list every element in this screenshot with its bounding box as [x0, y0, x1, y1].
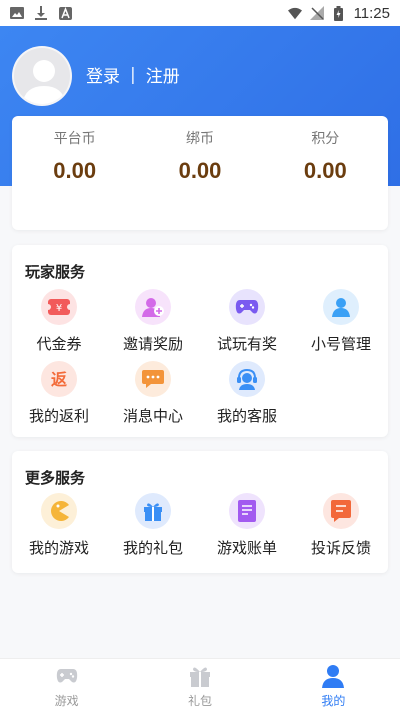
service-subaccount[interactable]: 小号管理 [294, 289, 388, 361]
pacman-icon [41, 493, 77, 529]
service-invite[interactable]: 邀请奖励 [106, 289, 200, 361]
service-complaint-feedback[interactable]: 投诉反馈 [294, 493, 388, 565]
login-link[interactable]: 登录 [86, 62, 120, 87]
service-trial-reward[interactable]: 试玩有奖 [200, 289, 294, 361]
wifi-icon [287, 6, 302, 20]
tab-games[interactable]: 游戏 [0, 659, 133, 711]
service-label: 我的礼包 [122, 539, 183, 557]
service-label: 邀请奖励 [122, 335, 183, 353]
register-link[interactable]: 注册 [146, 62, 180, 87]
service-my-gifts[interactable]: 我的礼包 [106, 493, 200, 565]
balance-value: 0.00 [53, 158, 97, 183]
service-label: 我的游戏 [28, 539, 89, 557]
gamepad-icon [229, 289, 265, 325]
section-title: 更多服务 [25, 469, 86, 487]
service-icon [229, 361, 265, 397]
service-label: 消息中心 [122, 407, 183, 425]
service-message-center[interactable]: 消息中心 [106, 361, 200, 433]
service-label: 投诉反馈 [310, 539, 371, 557]
coupon-icon: ¥ [41, 289, 77, 325]
service-customer-support[interactable]: 我的客服 [200, 361, 294, 433]
balance-value: 0.00 [303, 158, 347, 183]
service-game-bill[interactable]: 游戏账单 [200, 493, 294, 565]
game-tab-icon [56, 669, 77, 683]
rebate-icon: 返 [41, 361, 77, 397]
section-title: 玩家服务 [25, 263, 86, 281]
battery-charging-icon [332, 5, 346, 21]
balance-bound-coin[interactable]: 绑币 0.00 [137, 116, 262, 230]
tab-label: 礼包 [187, 694, 212, 708]
default-avatar-icon [22, 60, 66, 104]
bottom-tabbar: 游戏 礼包 我的 [0, 658, 400, 711]
service-label: 试玩有奖 [216, 335, 277, 353]
tab-gifts[interactable]: 礼包 [133, 659, 266, 711]
bill-icon [229, 493, 265, 529]
clock-time: 11:25 [353, 4, 390, 22]
balance-label: 平台币 [53, 131, 96, 147]
gift-tab-icon [189, 667, 210, 687]
balance-value: 0.00 [178, 158, 222, 183]
profile-tab-icon [322, 665, 345, 688]
service-coupon[interactable]: ¥ 代金券 [12, 289, 106, 361]
service-label: 小号管理 [310, 335, 371, 353]
download-icon [34, 6, 48, 20]
balance-points[interactable]: 积分 0.00 [263, 116, 388, 230]
service-label: 代金券 [36, 335, 82, 353]
gift-icon [135, 493, 171, 529]
balance-platform-coin[interactable]: 平台币 0.00 [12, 116, 137, 230]
player-services-card: 玩家服务 ¥ 代金券 邀请奖励 试玩有奖 小号管理 返 我的返利 消息中心 我的… [12, 245, 388, 437]
tab-mine[interactable]: 我的 [267, 659, 400, 711]
user-icon [323, 289, 359, 325]
invite-icon [135, 289, 171, 325]
feedback-icon [323, 493, 359, 529]
message-icon [135, 361, 171, 397]
svg-text:返: 返 [51, 370, 67, 389]
service-rebate[interactable]: 返 我的返利 [12, 361, 106, 433]
no-signal-icon [309, 6, 324, 20]
image-notification-icon [10, 6, 24, 20]
svg-text:¥: ¥ [56, 303, 62, 314]
tab-label: 游戏 [54, 694, 79, 708]
separator: | [130, 64, 136, 85]
balance-card: 平台币 0.00 绑币 0.00 积分 0.00 [12, 116, 388, 230]
service-label: 我的返利 [28, 407, 89, 425]
service-label: 我的客服 [216, 407, 277, 425]
status-bar: 11:25 [0, 0, 400, 26]
app-a-icon [58, 6, 72, 20]
balance-label: 绑币 [185, 131, 214, 147]
avatar[interactable] [12, 46, 72, 106]
more-services-card: 更多服务 我的游戏 我的礼包 游戏账单 投诉反馈 [12, 451, 388, 573]
service-my-games[interactable]: 我的游戏 [12, 493, 106, 565]
tab-label: 我的 [321, 694, 346, 708]
service-label: 游戏账单 [216, 539, 277, 557]
login-register-row: 登录 | 注册 [86, 62, 180, 88]
balance-label: 积分 [311, 131, 340, 147]
